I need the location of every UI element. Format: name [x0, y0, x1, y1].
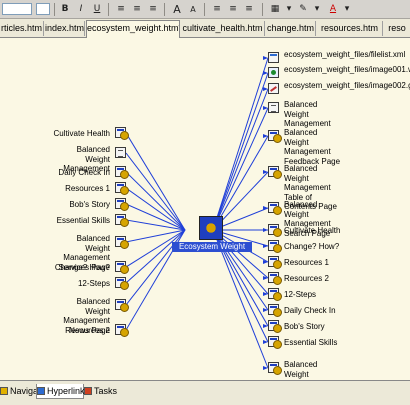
tab-tasks[interactable]: Tasks — [84, 384, 124, 399]
tab-navigation[interactable]: Navigation — [0, 384, 53, 399]
chevron-down-icon[interactable]: ▾ — [340, 2, 354, 17]
page-icon — [268, 224, 282, 237]
node-label: Essential Skills — [56, 216, 110, 225]
page-icon — [268, 304, 282, 317]
node-label: Daily Check In — [58, 168, 110, 177]
page-icon — [268, 288, 282, 301]
highlight-icon[interactable]: ✎ — [296, 2, 310, 17]
page-icon — [115, 277, 129, 290]
numbering-button[interactable]: ≡ — [210, 2, 224, 17]
node-label: Resources 2 — [65, 326, 110, 335]
node-label: Resources 1 — [65, 184, 110, 193]
doc-icon — [268, 102, 279, 113]
node-label: Bob's Story — [69, 200, 110, 209]
page-icon — [115, 236, 129, 249]
tab-resources-overflow[interactable]: reso — [384, 21, 410, 36]
hyperlinks-view: Cultivate Health Balanced Weight Manageme… — [0, 38, 410, 398]
page-icon — [268, 362, 282, 375]
increase-font-button[interactable]: A — [170, 2, 184, 17]
navigation-icon — [0, 387, 8, 395]
node-label: ecosystem_weight_files/image001.wmz — [284, 65, 410, 74]
image-icon — [268, 83, 279, 94]
node-label: Bob's Story — [284, 322, 325, 331]
right-link-line — [212, 88, 269, 231]
italic-button[interactable]: I — [74, 2, 88, 17]
page-icon — [115, 214, 129, 227]
node-label: 12-Steps — [284, 290, 317, 299]
right-link-line — [212, 72, 269, 231]
left-link-line — [125, 229, 186, 284]
media-icon — [268, 67, 279, 78]
page-icon — [268, 256, 282, 269]
tab-cultivate-health[interactable]: cultivate_health.htm — [181, 21, 265, 36]
align-right-button[interactable]: ≡ — [146, 2, 160, 17]
node-label: 12-Steps — [77, 279, 110, 288]
node-label: ecosystem_weight_files/filelist.xml — [284, 50, 406, 59]
align-left-button[interactable]: ≡ — [114, 2, 128, 17]
node-label: ecosystem_weight_files/image002.gif — [284, 81, 410, 90]
center-page-label: Ecosystem Weight — [172, 242, 252, 252]
underline-button[interactable]: U — [90, 2, 104, 17]
page-icon — [268, 202, 282, 215]
page-icon — [115, 198, 129, 211]
page-icon — [268, 320, 282, 333]
outdent-button[interactable]: ≡ — [242, 2, 256, 17]
font-size-dropdown[interactable] — [36, 3, 50, 15]
bullets-button[interactable]: ≡ — [226, 2, 240, 17]
file-icon — [268, 52, 279, 63]
tab-hyperlinks[interactable]: Hyperlinks — [36, 384, 89, 399]
page-icon — [268, 336, 282, 349]
page-icon — [115, 166, 129, 179]
node-label: Change? How? — [54, 263, 110, 272]
page-icon — [115, 324, 129, 337]
ship-wheel-icon — [199, 216, 223, 240]
node-label: Resources 1 — [284, 258, 329, 267]
formatting-toolbar: B I U ≡ ≡ ≡ A A ≡ ≡ ≡ ▦ ▾ ✎ ▾ A ▾ — [0, 0, 410, 19]
right-link-line — [212, 57, 269, 231]
decrease-font-button[interactable]: A — [186, 2, 200, 17]
page-icon — [115, 127, 129, 140]
tab-resources[interactable]: resources.htm — [317, 21, 383, 36]
node-label: Balanced Weight Management Feedback Page — [284, 128, 341, 166]
view-tabs-bar: Navigation Hyperlinks Tasks — [0, 380, 410, 405]
page-icon — [115, 261, 129, 274]
doc-icon — [115, 147, 126, 158]
page-icon — [268, 272, 282, 285]
page-icon — [268, 166, 282, 179]
tab-articles[interactable]: rticles.htm — [0, 21, 44, 36]
tab-change[interactable]: change.htm — [266, 21, 316, 36]
hyperlinks-icon — [37, 387, 45, 395]
align-center-button[interactable]: ≡ — [130, 2, 144, 17]
style-dropdown[interactable] — [2, 3, 32, 15]
document-tab-bar: rticles.htm index.htm ecosystem_weight.h… — [0, 19, 410, 38]
node-label: Essential Skills — [284, 338, 338, 347]
left-link-line — [125, 203, 186, 231]
page-icon — [268, 240, 282, 253]
left-link-line — [125, 132, 186, 231]
font-color-button[interactable]: A — [326, 2, 340, 17]
tab-index[interactable]: index.htm — [45, 21, 85, 36]
tab-hyperlinks-label: Hyperlinks — [47, 386, 90, 396]
page-icon — [268, 130, 282, 143]
node-label: Cultivate Health — [53, 129, 110, 138]
node-label: Resources 2 — [284, 274, 329, 283]
chevron-down-icon[interactable]: ▾ — [310, 2, 324, 17]
borders-icon[interactable]: ▦ — [268, 2, 282, 17]
page-icon — [115, 299, 129, 312]
left-link-line — [125, 152, 186, 231]
tab-ecosystem-weight[interactable]: ecosystem_weight.htm* — [86, 20, 180, 38]
tasks-icon — [84, 387, 92, 395]
node-label: Cultivate Health — [284, 226, 341, 235]
bold-button[interactable]: B — [58, 2, 72, 17]
page-icon — [115, 182, 129, 195]
node-label: Daily Check In — [284, 306, 336, 315]
chevron-down-icon[interactable]: ▾ — [282, 2, 296, 17]
left-link-line — [125, 187, 186, 231]
node-label: Change? How? — [284, 242, 340, 251]
tab-tasks-label: Tasks — [94, 386, 118, 396]
node-label: Balanced Weight Management — [284, 100, 331, 128]
